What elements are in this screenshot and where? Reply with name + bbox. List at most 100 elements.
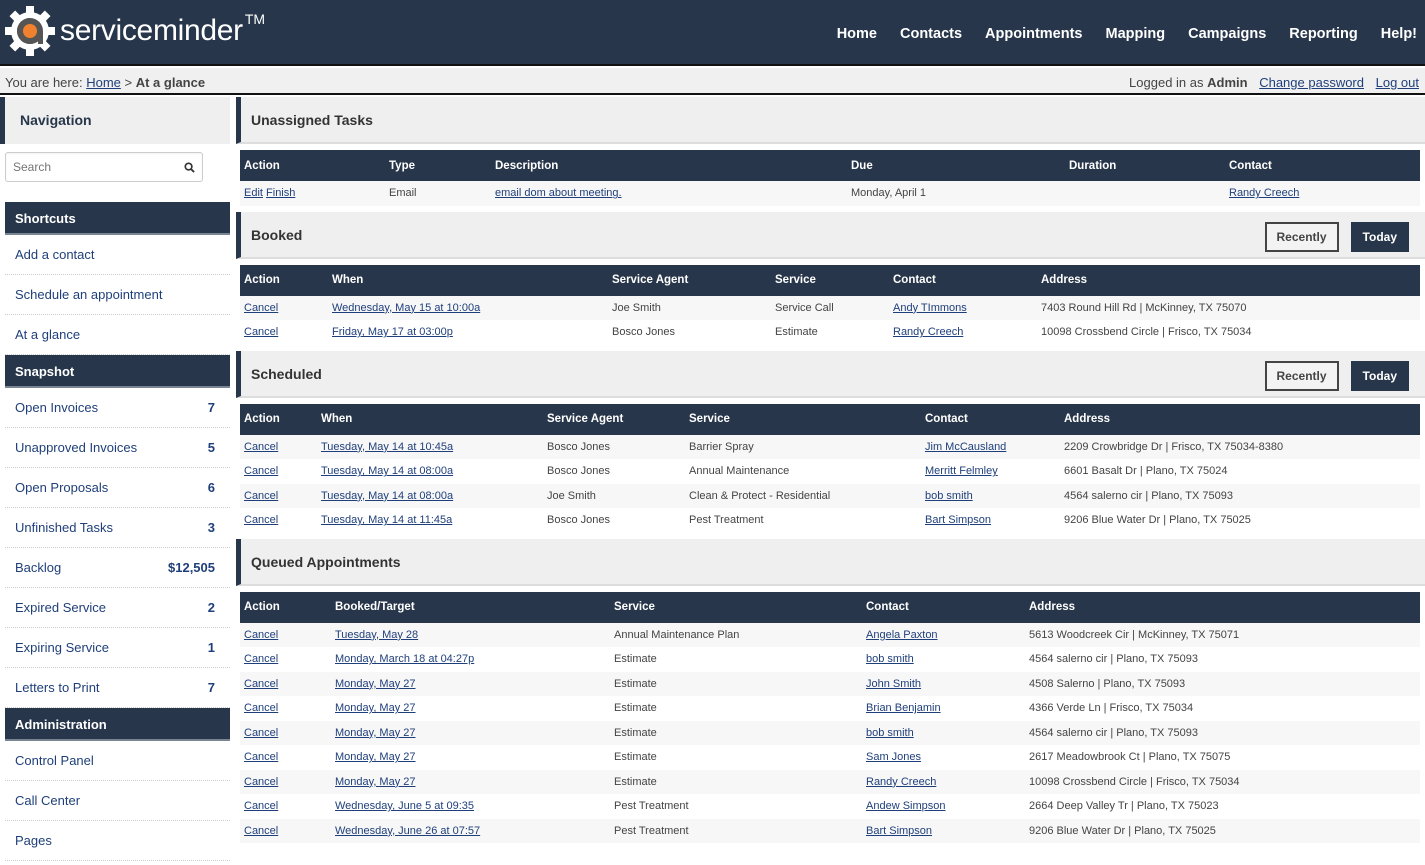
contact-link[interactable]: John Smith	[866, 678, 921, 690]
contact-link[interactable]: Merritt Felmley	[925, 465, 998, 477]
admin-call-center[interactable]: Call Center	[5, 781, 230, 821]
cancel-link[interactable]: Cancel	[244, 441, 278, 453]
when-link[interactable]: Tuesday, May 14 at 08:00a	[321, 490, 453, 502]
finish-link[interactable]: Finish	[266, 187, 295, 199]
snapshot-label[interactable]: Letters to Print	[15, 680, 100, 695]
snapshot-label[interactable]: Open Invoices	[15, 400, 98, 415]
booked-target-link[interactable]: Monday, May 27	[335, 678, 416, 690]
action-cell: Edit Finish	[240, 181, 385, 206]
cancel-link[interactable]: Cancel	[244, 326, 278, 338]
cancel-link[interactable]: Cancel	[244, 825, 278, 837]
cancel-link[interactable]: Cancel	[244, 678, 278, 690]
snapshot-label[interactable]: Backlog	[15, 560, 61, 575]
admin-label[interactable]: Control Panel	[15, 753, 94, 768]
sidebar-title: Navigation	[0, 97, 230, 144]
booked-target-link[interactable]: Monday, March 18 at 04:27p	[335, 653, 474, 665]
shortcut-label[interactable]: Schedule an appointment	[15, 287, 162, 302]
change-password-link[interactable]: Change password	[1259, 75, 1364, 90]
cancel-link[interactable]: Cancel	[244, 302, 278, 314]
contact-link[interactable]: Bart Simpson	[866, 825, 932, 837]
cancel-link[interactable]: Cancel	[244, 514, 278, 526]
recently-button[interactable]: Recently	[1264, 221, 1339, 252]
snapshot-label[interactable]: Expired Service	[15, 600, 106, 615]
login-username: Admin	[1207, 75, 1248, 90]
snapshot-unfinished-tasks[interactable]: Unfinished Tasks 3	[5, 508, 230, 548]
contact-link[interactable]: bob smith	[866, 727, 914, 739]
contact-link[interactable]: bob smith	[866, 653, 914, 665]
snapshot-backlog[interactable]: Backlog $12,505	[5, 548, 230, 588]
snapshot-open-proposals[interactable]: Open Proposals 6	[5, 468, 230, 508]
cancel-link[interactable]: Cancel	[244, 800, 278, 812]
breadcrumb-home-link[interactable]: Home	[86, 75, 121, 90]
booked-target-link[interactable]: Tuesday, May 28	[335, 629, 418, 641]
cancel-link[interactable]: Cancel	[244, 702, 278, 714]
shortcut-label[interactable]: At a glance	[15, 327, 80, 342]
cancel-link[interactable]: Cancel	[244, 751, 278, 763]
nav-help[interactable]: Help!	[1381, 26, 1417, 42]
booked-target-link[interactable]: Monday, May 27	[335, 751, 416, 763]
cancel-link[interactable]: Cancel	[244, 490, 278, 502]
booked-target-link[interactable]: Wednesday, June 26 at 07:57	[335, 825, 480, 837]
booked-target-link[interactable]: Wednesday, June 5 at 09:35	[335, 800, 474, 812]
cancel-link[interactable]: Cancel	[244, 465, 278, 477]
contact-link[interactable]: Andew Simpson	[866, 800, 946, 812]
today-button[interactable]: Today	[1350, 360, 1409, 391]
snapshot-unapproved-invoices[interactable]: Unapproved Invoices 5	[5, 428, 230, 468]
contact-link[interactable]: Randy Creech	[1229, 187, 1299, 199]
description-link[interactable]: email dom about meeting.	[495, 187, 622, 199]
snapshot-label[interactable]: Unfinished Tasks	[15, 520, 113, 535]
admin-label[interactable]: Pages	[15, 833, 52, 848]
cancel-link[interactable]: Cancel	[244, 727, 278, 739]
shortcut-add-contact[interactable]: Add a contact	[5, 235, 230, 275]
contact-link[interactable]: Angela Paxton	[866, 629, 938, 641]
nav-home[interactable]: Home	[837, 26, 877, 42]
when-link[interactable]: Tuesday, May 14 at 11:45a	[321, 514, 452, 526]
contact-link[interactable]: Jim McCausland	[925, 441, 1006, 453]
shortcut-at-a-glance[interactable]: At a glance	[5, 315, 230, 355]
when-link[interactable]: Tuesday, May 14 at 10:45a	[321, 441, 453, 453]
admin-pages[interactable]: Pages	[5, 821, 230, 861]
snapshot-label[interactable]: Expiring Service	[15, 640, 109, 655]
contact-link[interactable]: Bart Simpson	[925, 514, 991, 526]
nav-reporting[interactable]: Reporting	[1289, 26, 1357, 42]
recently-button[interactable]: Recently	[1264, 360, 1339, 391]
edit-link[interactable]: Edit	[244, 187, 263, 199]
cancel-link[interactable]: Cancel	[244, 776, 278, 788]
nav-campaigns[interactable]: Campaigns	[1188, 26, 1266, 42]
logout-link[interactable]: Log out	[1376, 75, 1419, 90]
contact-link[interactable]: Andy TImmons	[893, 302, 967, 314]
nav-mapping[interactable]: Mapping	[1106, 26, 1166, 42]
cancel-link[interactable]: Cancel	[244, 629, 278, 641]
search-input[interactable]	[6, 153, 176, 181]
contact-link[interactable]: Randy Creech	[866, 776, 936, 788]
admin-control-panel[interactable]: Control Panel	[5, 741, 230, 781]
shortcut-label[interactable]: Add a contact	[15, 247, 95, 262]
logo[interactable]: serviceminder TM	[4, 5, 265, 57]
when-link[interactable]: Tuesday, May 14 at 08:00a	[321, 465, 453, 477]
service-cell: Pest Treatment	[614, 824, 689, 837]
search-icon[interactable]	[184, 162, 195, 173]
contact-link[interactable]: Sam Jones	[866, 751, 921, 763]
when-link[interactable]: Friday, May 17 at 03:00p	[332, 326, 453, 338]
when-link[interactable]: Wednesday, May 15 at 10:00a	[332, 302, 480, 314]
booked-target-link[interactable]: Monday, May 27	[335, 727, 416, 739]
contact-link[interactable]: Brian Benjamin	[866, 702, 941, 714]
contact-link[interactable]: Randy Creech	[893, 326, 963, 338]
admin-label[interactable]: Call Center	[15, 793, 80, 808]
nav-appointments[interactable]: Appointments	[985, 26, 1082, 42]
booked-target-link[interactable]: Monday, May 27	[335, 776, 416, 788]
contact-link[interactable]: bob smith	[925, 490, 973, 502]
snapshot-label[interactable]: Unapproved Invoices	[15, 440, 137, 455]
snapshot-expiring-service[interactable]: Expiring Service 1	[5, 628, 230, 668]
table-row: Cancel Wednesday, June 26 at 07:57 Pest Tr…	[240, 818, 1420, 843]
address-cell: 2664 Deep Valley Tr | Plano, TX 75023	[1029, 800, 1219, 813]
snapshot-expired-service[interactable]: Expired Service 2	[5, 588, 230, 628]
snapshot-open-invoices[interactable]: Open Invoices 7	[5, 388, 230, 428]
snapshot-letters-to-print[interactable]: Letters to Print 7	[5, 668, 230, 708]
booked-target-link[interactable]: Monday, May 27	[335, 702, 416, 714]
snapshot-label[interactable]: Open Proposals	[15, 480, 108, 495]
cancel-link[interactable]: Cancel	[244, 653, 278, 665]
today-button[interactable]: Today	[1350, 221, 1409, 252]
shortcut-schedule-appointment[interactable]: Schedule an appointment	[5, 275, 230, 315]
nav-contacts[interactable]: Contacts	[900, 26, 962, 42]
